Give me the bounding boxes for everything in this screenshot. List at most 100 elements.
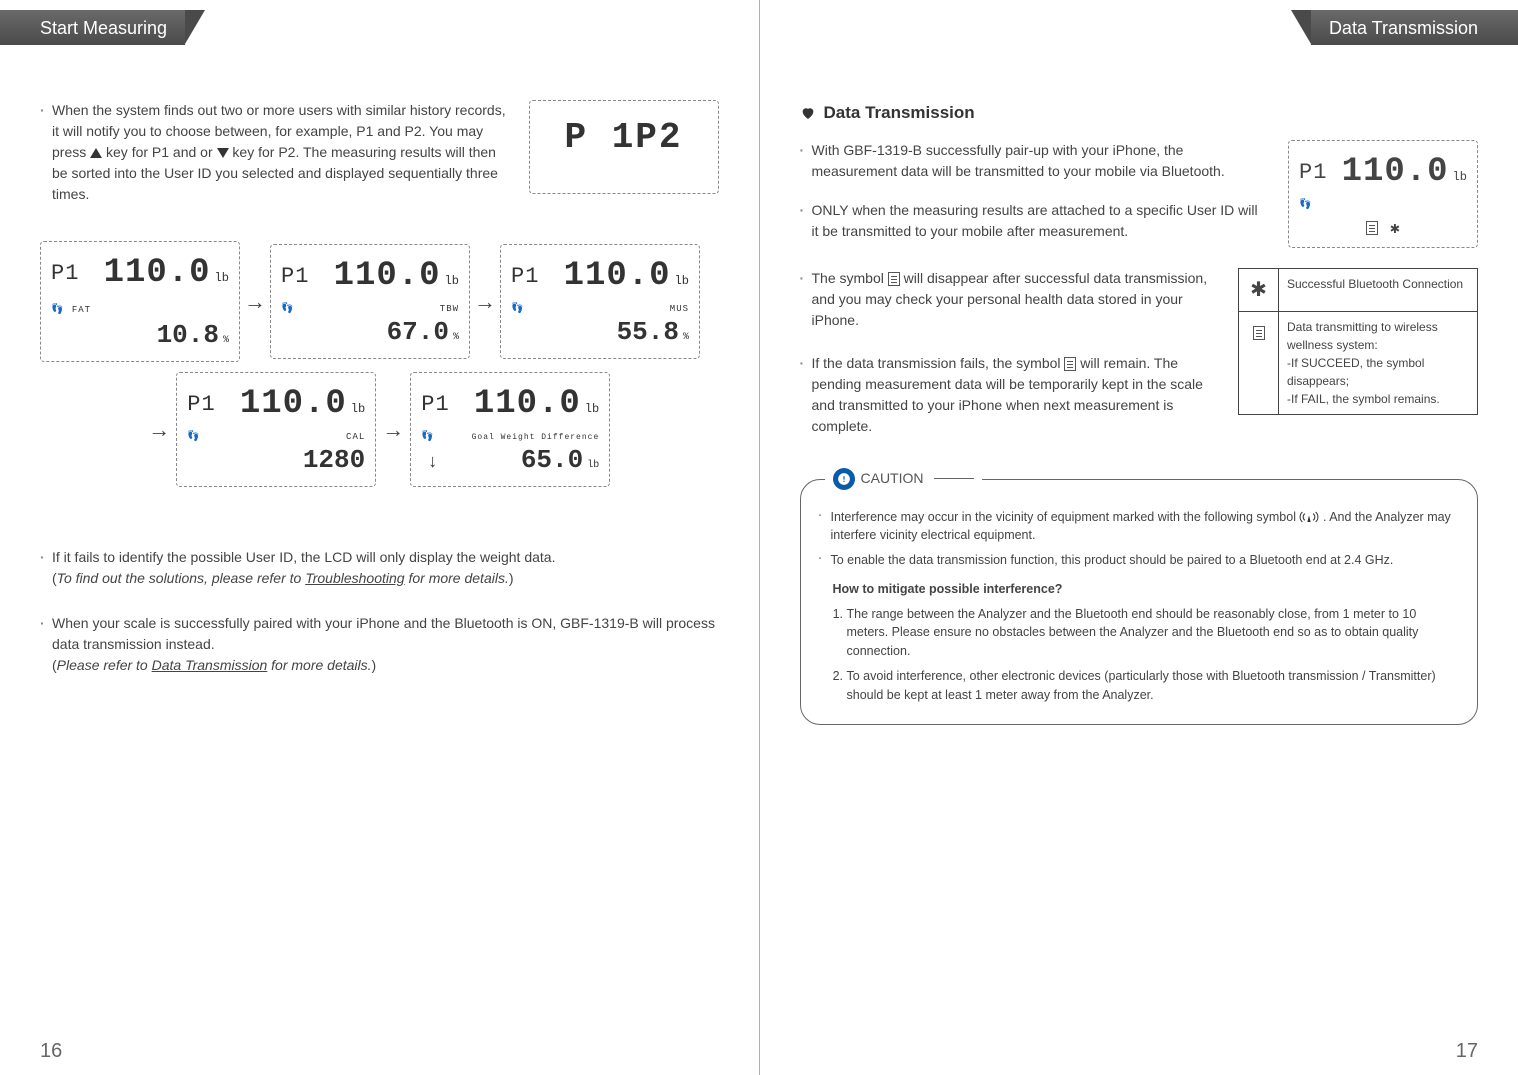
lcd-tbw: P1 110.0 lb 👣 TBW 67.0 % [270, 244, 470, 359]
arrow-icon: → [474, 285, 496, 318]
header-wrap-right: Data Transmission [800, 0, 1479, 60]
section-header-right: Data Transmission [1311, 10, 1518, 45]
lcd-metric-label: FAT [72, 305, 91, 315]
header-slant [185, 10, 205, 44]
lcd-pid: P1 [51, 257, 79, 290]
document-icon [1064, 357, 1076, 371]
left-content: · When the system finds out two or more … [40, 60, 719, 1045]
bullet-dot: · [40, 100, 52, 121]
symbol-legend-table: ✱ Successful Bluetooth Connection Data t… [1238, 268, 1478, 415]
lcd-weight: 110.0 [474, 379, 581, 430]
foot-icon: 👣 [51, 305, 63, 316]
para-user-select-text: When the system finds out two or more us… [52, 100, 509, 205]
lcd-user-select: P 1P2 [529, 100, 719, 211]
para-user-select: · When the system finds out two or more … [40, 100, 509, 205]
fail-ref-link: Troubleshooting [305, 570, 404, 586]
header-slant [1291, 10, 1311, 44]
header-wrap-left: Start Measuring [40, 0, 719, 60]
screens-row-2: → P1 110.0 lb 👣 CAL 1280 [40, 372, 719, 487]
lcd-mus: P1 110.0 lb 👣 MUS 55.8 % [500, 244, 700, 359]
fail-ref-pre: To find out the solutions, please refer … [57, 570, 306, 586]
lcd-metric-value: 10.8 [157, 316, 219, 355]
fail-identify-text: If it fails to identify the possible Use… [52, 549, 555, 565]
lcd-transmission: P1 110.0 lb 👣 ✱ [1288, 140, 1478, 248]
lcd-weight: 110.0 [1342, 147, 1449, 198]
lcd-unit: lb [215, 269, 229, 287]
foot-icon: 👣 [511, 302, 523, 317]
caution-icon [833, 468, 855, 490]
paired-ref-post: for more details. [267, 657, 371, 673]
bullet-dot: · [800, 353, 812, 374]
bullet-dot: · [800, 268, 812, 289]
lcd-pid: P1 [511, 260, 539, 293]
document-icon [1366, 221, 1378, 235]
lcd-unit: lb [1453, 168, 1467, 186]
interference-icon [1299, 510, 1319, 524]
lcd-weight: 110.0 [564, 251, 671, 302]
caution-box: CAUTION · Interference may occur in the … [800, 479, 1479, 726]
foot-icon: 👣 [1299, 198, 1467, 213]
mitigate-step-2: To avoid interference, other electronic … [847, 667, 1460, 705]
lcd-unit: lb [585, 400, 599, 418]
arrow-icon: → [148, 413, 170, 446]
lcd-unit: lb [351, 400, 365, 418]
lcd-user-select-display: P 1P2 [529, 100, 719, 194]
caution-text: CAUTION [861, 468, 924, 489]
table-row: Data transmitting to wireless wellness s… [1239, 311, 1478, 414]
right-lower: · The symbol will disappear after succes… [800, 268, 1479, 443]
document-icon-cell [1239, 311, 1279, 414]
heart-icon [800, 105, 816, 121]
caution-bt-24ghz: · To enable the data transmission functi… [819, 551, 1460, 570]
caution-bt-24ghz-text: To enable the data transmission function… [831, 551, 1460, 570]
caution-label: CAUTION [825, 468, 982, 490]
lcd-pid: P1 [1299, 156, 1327, 189]
right-content: Data Transmission · With GBF-1319-B succ… [800, 60, 1479, 1045]
bullet-symbol-remain-text: If the data transmission fails, the symb… [812, 353, 1215, 437]
paired-note: · When your scale is successfully paired… [40, 613, 719, 676]
lcd-suffix: % [453, 330, 459, 345]
lcd-suffix: % [683, 330, 689, 345]
bullet-dot: · [40, 613, 52, 634]
paren-close: ) [509, 570, 514, 586]
bullet-dot: · [819, 508, 831, 525]
screens-row-1: P1 110.0 lb 👣 FAT 10.8 % [40, 241, 719, 362]
caution-interference-text: Interference may occur in the vicinity o… [831, 508, 1460, 546]
lcd-weight: 110.0 [104, 248, 211, 299]
data-transmission-heading: Data Transmission [800, 100, 1479, 126]
goal-direction-icon: ↓ [427, 450, 438, 477]
bullet-dot: · [800, 200, 812, 221]
manual-page-spread: Start Measuring · When the system finds … [0, 0, 1518, 1075]
lcd-metric-value: 65.0 [521, 441, 583, 480]
lcd-unit: lb [675, 272, 689, 290]
caution-line [934, 478, 974, 479]
lcd-suffix: lb [587, 458, 599, 473]
paired-note-text: When your scale is successfully paired w… [52, 615, 715, 652]
bullet-symbol-disappear-text: The symbol will disappear after successf… [812, 268, 1215, 331]
bullet-only-userid-text: ONLY when the measuring results are atta… [812, 200, 1265, 242]
bullet-dot: · [40, 547, 52, 568]
page-number-right: 17 [1456, 1040, 1478, 1063]
lcd-pid: P1 [421, 388, 449, 421]
arrow-icon: → [382, 413, 404, 446]
bt-desc: Successful Bluetooth Connection [1279, 268, 1478, 311]
fail-ref-post: for more details. [405, 570, 509, 586]
paired-ref-pre: Please refer to [57, 657, 152, 673]
paired-ref-link: Data Transmission [152, 657, 268, 673]
bullet-dot: · [800, 140, 812, 161]
page-right: Data Transmission Data Transmission · Wi… [760, 0, 1518, 1075]
foot-icon: 👣 [281, 302, 293, 317]
down-arrow-icon [217, 148, 229, 158]
foot-icon: 👣 [421, 430, 433, 445]
mitigate-heading: How to mitigate possible interference? [833, 580, 1460, 599]
lcd-unit: lb [445, 272, 459, 290]
caution-interference: · Interference may occur in the vicinity… [819, 508, 1460, 546]
lcd-pid: P1 [187, 388, 215, 421]
heading-text: Data Transmission [824, 100, 975, 126]
right-upper: · With GBF-1319-B successfully pair-up w… [800, 140, 1479, 248]
intro-block: · When the system finds out two or more … [40, 100, 719, 211]
bullet-symbol-remain: · If the data transmission fails, the sy… [800, 353, 1215, 437]
lcd-weight: 110.0 [334, 251, 441, 302]
bullet-dot: · [819, 551, 831, 568]
document-icon [888, 272, 900, 286]
bluetooth-icon: ✱ [1390, 220, 1400, 238]
